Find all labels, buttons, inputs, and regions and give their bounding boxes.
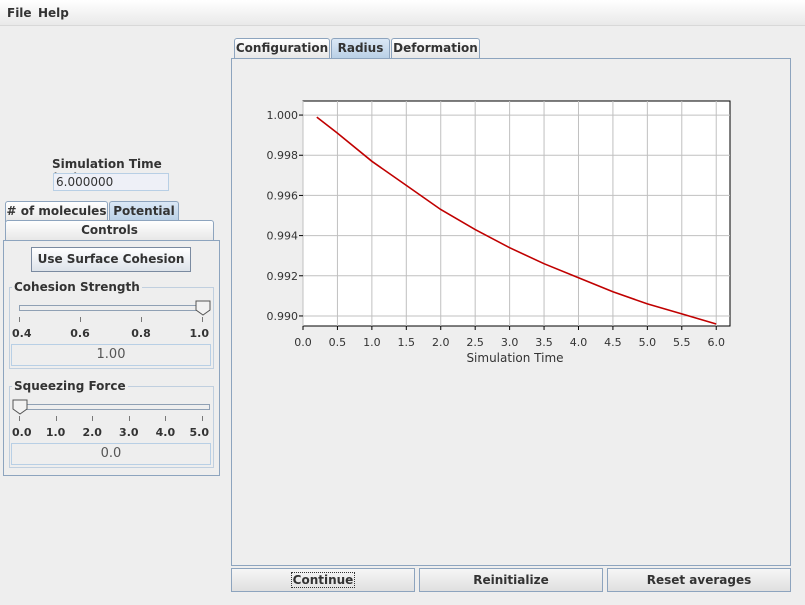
squeezing-tick-mark	[165, 416, 167, 421]
tab-radius[interactable]: Radius	[331, 38, 390, 59]
squeezing-tick-mark	[202, 416, 203, 421]
squeezing-tick-label: 0.0	[12, 426, 32, 439]
cohesion-tick-label: 1.0	[189, 327, 210, 340]
reset-averages-button[interactable]: Reset averages	[607, 568, 791, 592]
squeezing-slider-track[interactable]	[19, 404, 210, 410]
x-tick-label: 1.5	[398, 336, 416, 349]
squeezing-tick-label: 2.0	[82, 426, 102, 439]
y-tick-label: 0.994	[267, 230, 299, 243]
squeezing-tick-label: 4.0	[155, 426, 176, 439]
sim-time-field: 6.000000	[53, 173, 169, 191]
cohesion-tick-mark	[141, 317, 142, 322]
squeezing-tick-label: 3.0	[119, 426, 139, 439]
squeezing-tick-mark	[128, 416, 130, 421]
slider-thumb-icon	[12, 399, 28, 415]
cohesion-slider-thumb[interactable]	[195, 300, 211, 316]
cohesion-strength-label: Cohesion Strength	[12, 280, 142, 294]
y-tick-label: 0.992	[267, 270, 299, 283]
x-tick-label: 2.5	[466, 336, 484, 349]
x-tick-label: 1.0	[363, 336, 381, 349]
x-tick-label: 0.0	[294, 336, 312, 349]
y-tick-label: 0.990	[267, 310, 299, 323]
y-tick-label: 1.000	[267, 109, 299, 122]
tab-configuration[interactable]: Configuration	[234, 38, 330, 59]
squeezing-tick-label: 5.0	[189, 426, 210, 439]
squeezing-slider-thumb[interactable]	[12, 399, 28, 415]
x-tick-label: 0.5	[329, 336, 347, 349]
x-tick-label: 4.5	[604, 336, 622, 349]
x-tick-label: 5.5	[673, 336, 691, 349]
cohesion-tick-mark	[19, 317, 20, 322]
squeezing-readout: 0.0	[11, 443, 211, 465]
cohesion-tick-label: 0.4	[12, 327, 32, 340]
tab-controls[interactable]: Controls	[5, 220, 214, 241]
controls-panel: Use Surface Cohesion Cohesion Strength 0…	[3, 240, 220, 476]
continue-button[interactable]: Continue	[231, 568, 415, 592]
squeezing-tick-mark	[55, 416, 57, 421]
x-tick-label: 5.0	[639, 336, 657, 349]
y-tick-label: 0.998	[267, 149, 299, 162]
tab-deformation[interactable]: Deformation	[391, 38, 480, 59]
menu-bar: File Help	[0, 0, 805, 26]
cohesion-tick-label: 0.8	[131, 327, 151, 340]
squeezing-tick-label: 1.0	[45, 426, 66, 439]
radius-panel: 0.0 0.5 1.0 1.5 2.0 2.5 3.0 3.5 4.0 4.5 5.0 5.5 6.0 0…	[231, 58, 791, 566]
slider-thumb-icon	[195, 300, 211, 316]
menu-help[interactable]: Help	[38, 6, 69, 20]
use-surface-cohesion-button[interactable]: Use Surface Cohesion	[31, 247, 191, 272]
y-tick-label: 0.996	[267, 189, 299, 202]
cohesion-slider-track[interactable]	[19, 305, 210, 311]
continue-label: Continue	[290, 572, 356, 588]
plot-area	[302, 100, 731, 327]
tab-num-molecules[interactable]: # of molecules	[5, 201, 108, 222]
tab-potential[interactable]: Potential	[109, 201, 179, 222]
squeezing-force-label: Squeezing Force	[12, 379, 128, 393]
cohesion-tick-mark	[202, 317, 203, 322]
squeezing-tick-mark	[92, 416, 94, 421]
x-axis-label: Simulation Time	[466, 351, 563, 365]
cohesion-readout: 1.00	[11, 344, 211, 366]
menu-file[interactable]: File	[7, 6, 32, 20]
squeezing-tick-mark	[19, 416, 20, 421]
cohesion-tick-mark	[80, 317, 81, 322]
reinitialize-button[interactable]: Reinitialize	[419, 568, 603, 592]
x-tick-label: 4.0	[570, 336, 588, 349]
x-tick-label: 2.0	[432, 336, 450, 349]
x-tick-label: 3.0	[501, 336, 519, 349]
x-tick-label: 6.0	[707, 336, 725, 349]
radius-chart: 0.0 0.5 1.0 1.5 2.0 2.5 3.0 3.5 4.0 4.5 5.0 5.5 6.0 0…	[267, 100, 731, 365]
x-tick-label: 3.5	[535, 336, 553, 349]
cohesion-tick-label: 0.6	[70, 327, 90, 340]
